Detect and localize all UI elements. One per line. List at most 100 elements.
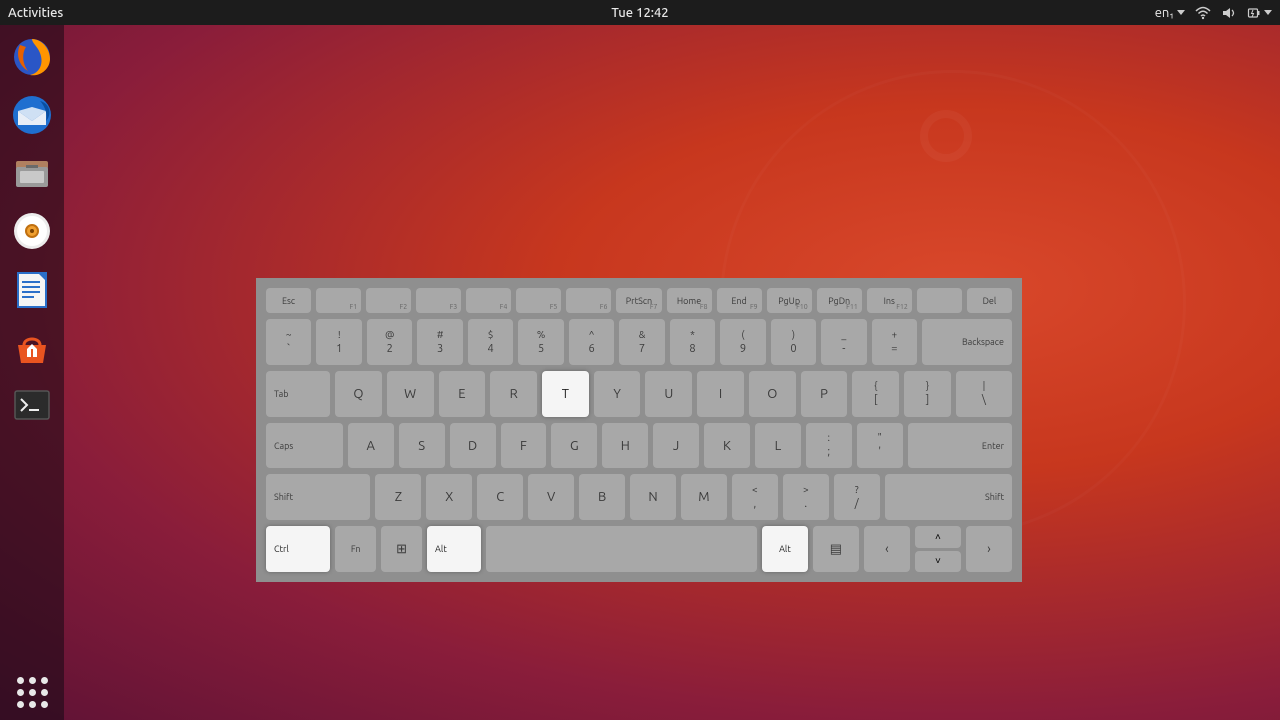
key-capslock[interactable]: Caps xyxy=(266,423,343,469)
key-PrtScn[interactable]: PrtScnF7 xyxy=(616,288,661,313)
key-shift-right[interactable]: Shift xyxy=(885,474,1012,520)
key-E[interactable]: E xyxy=(439,371,486,417)
input-source-indicator[interactable]: en₁ xyxy=(1155,6,1185,20)
key-P[interactable]: P xyxy=(801,371,848,417)
key-menu[interactable]: ▤ xyxy=(813,526,859,572)
key-Z[interactable]: Z xyxy=(375,474,421,520)
key-0[interactable]: )0 xyxy=(771,319,816,365)
dock-icon-writer[interactable] xyxy=(8,265,56,313)
key-4[interactable]: $4 xyxy=(468,319,513,365)
key-fn13[interactable] xyxy=(917,288,962,313)
speaker-icon xyxy=(1221,6,1237,20)
key-\[interactable]: |\ xyxy=(956,371,1012,417)
key-5[interactable]: %5 xyxy=(518,319,563,365)
key-N[interactable]: N xyxy=(630,474,676,520)
key-L[interactable]: L xyxy=(755,423,801,469)
key-PgDn[interactable]: PgDnF11 xyxy=(817,288,862,313)
key-super[interactable]: ⊞ xyxy=(381,526,422,572)
key-F4[interactable]: F4 xyxy=(466,288,511,313)
key-arrow-left[interactable]: ‹ xyxy=(864,526,910,572)
key-X[interactable]: X xyxy=(426,474,472,520)
key-Del[interactable]: Del xyxy=(967,288,1012,313)
keyboard-row-number: ~`!1@2#3$4%5^6&7*8(9)0_-+=Backspace xyxy=(266,319,1012,365)
key-K[interactable]: K xyxy=(704,423,750,469)
key-arrow-up[interactable]: ˄ xyxy=(915,526,961,547)
key-space[interactable] xyxy=(486,526,757,572)
input-source-label: en₁ xyxy=(1155,6,1174,20)
key-End[interactable]: EndF9 xyxy=(717,288,762,313)
key-F5[interactable]: F5 xyxy=(516,288,561,313)
key--[interactable]: _- xyxy=(821,319,866,365)
key-shift-left[interactable]: Shift xyxy=(266,474,370,520)
key-F[interactable]: F xyxy=(501,423,547,469)
key-fn[interactable]: Fn xyxy=(335,526,376,572)
key-arrow-right[interactable]: › xyxy=(966,526,1012,572)
key-H[interactable]: H xyxy=(602,423,648,469)
key-2[interactable]: @2 xyxy=(367,319,412,365)
key-F1[interactable]: F1 xyxy=(316,288,361,313)
key-=[interactable]: += xyxy=(872,319,917,365)
key-I[interactable]: I xyxy=(697,371,744,417)
key-Ins[interactable]: InsF12 xyxy=(867,288,912,313)
show-applications-button[interactable] xyxy=(0,677,64,708)
network-indicator[interactable] xyxy=(1195,6,1211,20)
key-Ctrl[interactable]: Ctrl xyxy=(266,526,330,572)
key-8[interactable]: *8 xyxy=(670,319,715,365)
dock-icon-software[interactable] xyxy=(8,323,56,371)
clock[interactable]: Tue 12:42 xyxy=(611,6,668,20)
dock-icon-files[interactable] xyxy=(8,149,56,197)
key-F6[interactable]: F6 xyxy=(566,288,611,313)
key-3[interactable]: #3 xyxy=(417,319,462,365)
key-Alt[interactable]: Alt xyxy=(427,526,481,572)
dock-icon-firefox[interactable] xyxy=(8,33,56,81)
keyboard-row-function: EscF1F2F3F4F5F6PrtScnF7HomeF8EndF9PgUpF1… xyxy=(266,288,1012,313)
key-/[interactable]: ?/ xyxy=(834,474,880,520)
key-F3[interactable]: F3 xyxy=(416,288,461,313)
volume-indicator[interactable] xyxy=(1221,6,1237,20)
key-9[interactable]: (9 xyxy=(720,319,765,365)
key-Q[interactable]: Q xyxy=(335,371,382,417)
key-A[interactable]: A xyxy=(348,423,394,469)
key-G[interactable]: G xyxy=(551,423,597,469)
key-B[interactable]: B xyxy=(579,474,625,520)
key-,[interactable]: <, xyxy=(732,474,778,520)
key-Home[interactable]: HomeF8 xyxy=(667,288,712,313)
key-arrow-down[interactable]: ˅ xyxy=(915,551,961,572)
key-backspace[interactable]: Backspace xyxy=(922,319,1012,365)
key-W[interactable]: W xyxy=(387,371,434,417)
key-'[interactable]: "' xyxy=(857,423,903,469)
activities-button[interactable]: Activities xyxy=(8,6,63,20)
keyboard-row-space: CtrlFn⊞Alt Alt▤‹˄˅› xyxy=(266,526,1012,572)
key-`[interactable]: ~` xyxy=(266,319,311,365)
key-D[interactable]: D xyxy=(450,423,496,469)
dock-icon-thunderbird[interactable] xyxy=(8,91,56,139)
key-alt-right[interactable]: Alt xyxy=(762,526,808,572)
key-][interactable]: }] xyxy=(904,371,951,417)
key-Esc[interactable]: Esc xyxy=(266,288,311,313)
power-indicator[interactable] xyxy=(1247,6,1272,20)
key-[[interactable]: {[ xyxy=(852,371,899,417)
key-O[interactable]: O xyxy=(749,371,796,417)
key-PgUp[interactable]: PgUpF10 xyxy=(767,288,812,313)
key-;[interactable]: :; xyxy=(806,423,852,469)
key-U[interactable]: U xyxy=(645,371,692,417)
key-R[interactable]: R xyxy=(490,371,537,417)
key-1[interactable]: !1 xyxy=(316,319,361,365)
keyboard-row-bottom: ShiftZXCVBNM<,>.?/Shift xyxy=(266,474,1012,520)
key-F2[interactable]: F2 xyxy=(366,288,411,313)
key-M[interactable]: M xyxy=(681,474,727,520)
onscreen-keyboard: EscF1F2F3F4F5F6PrtScnF7HomeF8EndF9PgUpF1… xyxy=(256,278,1022,582)
key-J[interactable]: J xyxy=(653,423,699,469)
key-6[interactable]: ^6 xyxy=(569,319,614,365)
key-C[interactable]: C xyxy=(477,474,523,520)
key-V[interactable]: V xyxy=(528,474,574,520)
key-tab[interactable]: Tab xyxy=(266,371,330,417)
key-T[interactable]: T xyxy=(542,371,589,417)
key-enter[interactable]: Enter xyxy=(908,423,1012,469)
dock-icon-rhythmbox[interactable] xyxy=(8,207,56,255)
key-S[interactable]: S xyxy=(399,423,445,469)
dock-icon-terminal[interactable] xyxy=(8,381,56,429)
key-.[interactable]: >. xyxy=(783,474,829,520)
key-7[interactable]: &7 xyxy=(619,319,664,365)
key-Y[interactable]: Y xyxy=(594,371,641,417)
